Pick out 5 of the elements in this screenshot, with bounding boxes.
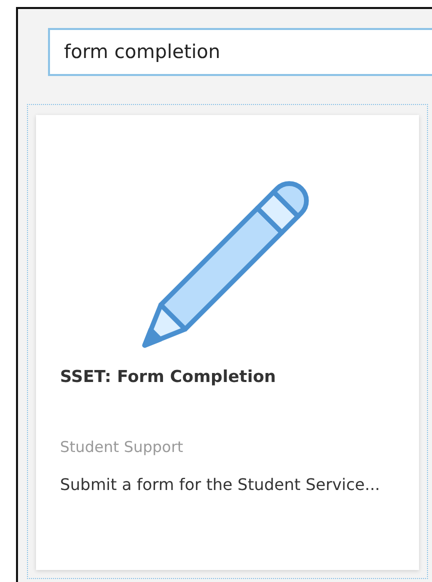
result-description: Submit a form for the Student Service... [60,474,382,496]
result-title: SSET: Form Completion [60,366,277,388]
result-category: Student Support [60,436,184,458]
result-card[interactable]: SSET: Form Completion Student Support Submit a form for the Student Service... [36,115,419,570]
search-field[interactable]: form completion [48,28,432,76]
